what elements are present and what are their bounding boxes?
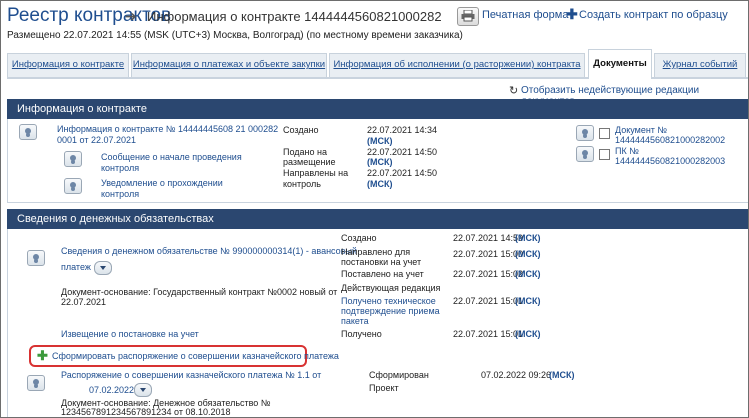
order-basis-text-line2: 12345678912345678912З4 от 08.10.2018 bbox=[61, 407, 231, 417]
attached-pk-number[interactable]: 1444444560821000282003 bbox=[615, 156, 725, 167]
printer-icon[interactable] bbox=[457, 7, 479, 26]
status-label: Направлены на bbox=[283, 168, 349, 178]
basis-document-text-line2: 22.07.2021 bbox=[61, 297, 107, 307]
status-label: Создано bbox=[283, 125, 319, 135]
document-icon[interactable] bbox=[576, 146, 594, 162]
notice-status: Получено bbox=[341, 329, 382, 339]
timezone-label: (МСК) bbox=[515, 249, 541, 259]
contract-info-link-line1[interactable]: Информация о контракте № 14444445608 21 … bbox=[57, 124, 278, 135]
treasury-order-link[interactable]: Распоряжение о совершении казначейского … bbox=[61, 370, 321, 381]
obligation-link-line2[interactable]: платеж bbox=[61, 262, 91, 273]
timezone-label: (МСК) bbox=[367, 157, 393, 167]
tab-contract-info[interactable]: Информация о контракте bbox=[7, 53, 129, 77]
attachment-checkbox[interactable] bbox=[599, 149, 610, 160]
timezone-label: (МСК) bbox=[515, 329, 541, 339]
timezone-label: (МСК) bbox=[367, 179, 393, 189]
refresh-icon: ↻ bbox=[509, 85, 519, 97]
plus-icon[interactable]: ✚ bbox=[37, 349, 48, 362]
timezone-label: (МСК) bbox=[367, 136, 393, 146]
plus-icon[interactable]: ✚ bbox=[566, 6, 578, 23]
timezone-label: (МСК) bbox=[515, 233, 541, 243]
window: Реестр контрактов ➔ Информация о контрак… bbox=[0, 0, 749, 418]
current-edition-label: Действующая редакция bbox=[341, 283, 441, 293]
document-icon[interactable] bbox=[64, 151, 82, 167]
document-icon[interactable] bbox=[27, 250, 45, 266]
timezone-label: (МСК) bbox=[515, 269, 541, 279]
tab-bar: Информация о контракте Информация о плат… bbox=[7, 49, 748, 79]
tab-event-log[interactable]: Журнал событий bbox=[654, 53, 746, 77]
attachment-checkbox[interactable] bbox=[599, 128, 610, 139]
create-treasury-order-link[interactable]: Сформировать распоряжение о совершении к… bbox=[52, 351, 339, 362]
tab-documents[interactable]: Документы bbox=[588, 49, 652, 79]
print-form-link[interactable]: Печатная форма bbox=[482, 9, 568, 21]
breadcrumb-arrow-icon: ➔ bbox=[125, 8, 137, 24]
control-pass-notice-link-line2[interactable]: контроля bbox=[101, 189, 139, 200]
status-label-line2: постановки на учет bbox=[341, 257, 422, 267]
status-label-line2: контроль bbox=[283, 179, 321, 189]
status-date: 22.07.2021 15:01 bbox=[453, 296, 524, 306]
status-date: 22.07.2021 14:50 bbox=[367, 168, 438, 178]
attached-document-number[interactable]: 1444444560821000282002 bbox=[615, 135, 725, 146]
order-status-draft: Проект bbox=[369, 383, 399, 393]
tab-execution[interactable]: Информация об исполнении (о расторжении)… bbox=[329, 53, 585, 77]
status-date: 22.07.2021 15:02 bbox=[453, 269, 524, 279]
document-icon[interactable] bbox=[19, 124, 37, 140]
document-icon[interactable] bbox=[576, 125, 594, 141]
section-header-contract: Информация о контракте bbox=[7, 99, 748, 119]
control-start-message-link-line2[interactable]: контроля bbox=[101, 163, 139, 174]
document-icon[interactable] bbox=[27, 375, 45, 391]
chevron-down-icon[interactable] bbox=[94, 261, 112, 275]
control-pass-notice-link[interactable]: Уведомление о прохождении bbox=[101, 178, 223, 189]
document-icon[interactable] bbox=[64, 178, 82, 194]
page-title: Информация о контракте 14444445608210002… bbox=[147, 9, 442, 24]
status-label-line2: размещение bbox=[283, 157, 336, 167]
status-label: Поставлено на учет bbox=[341, 269, 424, 279]
treasury-order-link-line2[interactable]: 07.02.2022 bbox=[89, 385, 134, 396]
status-label: Создано bbox=[341, 233, 377, 243]
chevron-down-icon[interactable] bbox=[134, 383, 152, 397]
placement-info: Размещено 22.07.2021 14:55 (MSK (UTC+3) … bbox=[7, 30, 463, 41]
control-start-message-link[interactable]: Сообщение о начале проведения bbox=[101, 152, 242, 163]
contract-info-link-line2[interactable]: 0001 от 22.07.2021 bbox=[57, 135, 136, 146]
status-date: 22.07.2021 14:34 bbox=[367, 125, 438, 135]
status-date: 22.07.2021 15:00 bbox=[453, 249, 524, 259]
order-status-formed: Сформирован bbox=[369, 370, 429, 380]
tab-payments[interactable]: Информация о платежах и объекте закупки bbox=[131, 53, 327, 77]
tech-confirmation-link-line3[interactable]: пакета bbox=[341, 316, 369, 327]
notice-date: 22.07.2021 15:01 bbox=[453, 329, 524, 339]
obligation-link[interactable]: Сведения о денежном обязательстве № 9900… bbox=[61, 246, 357, 257]
order-date: 07.02.2022 09:26 bbox=[481, 370, 552, 380]
registration-notice-link[interactable]: Извещение о постановке на учет bbox=[61, 329, 199, 340]
section-header-money: Сведения о денежных обязательствах bbox=[7, 209, 748, 229]
create-by-template-link[interactable]: Создать контракт по образцу bbox=[579, 9, 728, 21]
status-date: 22.07.2021 14:59 bbox=[453, 233, 524, 243]
timezone-label: (МСК) bbox=[549, 370, 575, 380]
timezone-label: (МСК) bbox=[515, 296, 541, 306]
